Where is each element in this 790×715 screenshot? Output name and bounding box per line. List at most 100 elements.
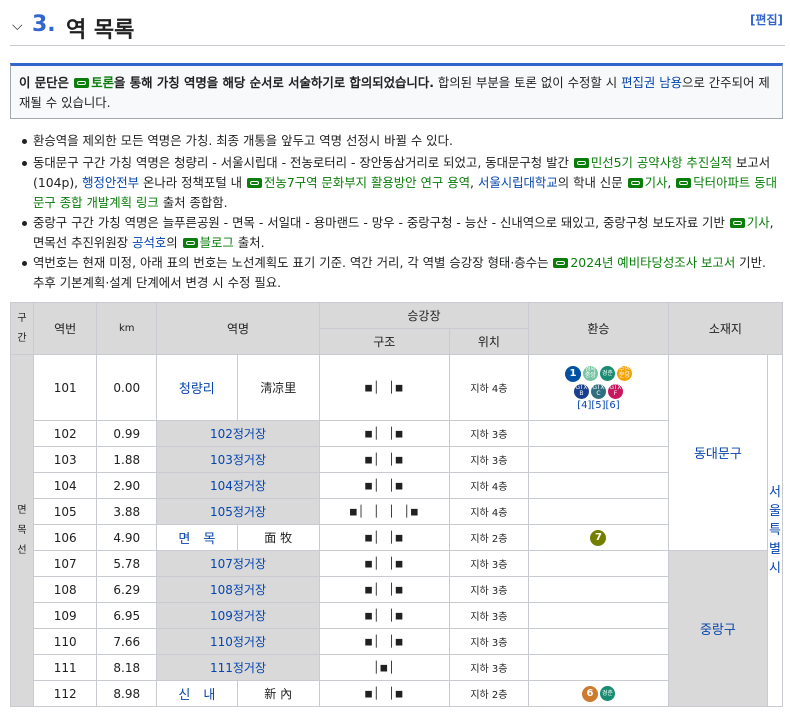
transfer-cell <box>528 498 669 525</box>
transfer-cell <box>528 576 669 603</box>
district-link[interactable]: 동대문구 <box>694 447 742 462</box>
station-km: 0.99 <box>96 420 158 447</box>
table-row: 105 3.88 105정거장 ■│ │ │ │■ 지하 4층 <box>11 498 783 525</box>
station-km: 6.29 <box>96 576 158 603</box>
transfer-cell: 6 경춘 <box>528 680 669 707</box>
city-cell: 서 울 특 별 시 <box>766 354 784 707</box>
header-position: 위치 <box>448 328 530 355</box>
district-link[interactable]: 중랑구 <box>700 623 736 638</box>
station-num: 102 <box>32 420 98 447</box>
bullet-text: 환승역을 제외한 모든 역명은 가칭. 최종 개통을 앞두고 역명 선정시 바뀔… <box>33 133 453 148</box>
bullet-text: 온나라 정책포털 내 <box>139 175 247 190</box>
link-icon <box>573 158 589 168</box>
station-table: 구 간 역번 km 역명 승강장 환승 소재지 구조 위치 면 목 선 101 … <box>10 302 784 707</box>
station-hanja: 面 牧 <box>236 524 320 551</box>
platform-position: 지하 3층 <box>448 446 530 473</box>
gyeongchun-line-icon[interactable]: 경춘 <box>599 366 615 381</box>
platform-structure: ■│ │■ <box>318 680 450 707</box>
bullet-text: , <box>667 175 676 190</box>
table-row: 106 4.90 면 목 面 牧 ■│ │■ 지하 2층 7 <box>11 524 783 551</box>
platform-structure: ■│ │■ <box>318 524 450 551</box>
district-cell: 동대문구 <box>667 354 768 551</box>
blog-link[interactable]: 블로그 <box>200 235 234 250</box>
edit-link[interactable]: [편집] <box>750 11 783 28</box>
table-row: 102 0.99 102정거장 ■│ │■ 지하 3층 <box>11 420 783 447</box>
notice-bold-2: 을 통해 가칭 역명을 해당 순서로 서술하기로 합의되었습니다. <box>114 75 434 90</box>
station-name-link[interactable]: 105정거장 <box>210 505 266 519</box>
transfer-cell <box>528 550 669 577</box>
platform-position: 지하 2층 <box>448 680 530 707</box>
gtx-c-icon[interactable]: GTX C <box>590 384 606 399</box>
table-row: 110 7.66 110정거장 ■│ │■ 지하 3층 <box>11 628 783 655</box>
station-name-link[interactable]: 104정거장 <box>210 479 266 493</box>
station-num: 111 <box>32 654 98 681</box>
gyeongchun-line-icon[interactable]: 경춘 <box>599 686 615 701</box>
person-link[interactable]: 공석호 <box>132 235 166 250</box>
article-link[interactable]: 기사 <box>645 175 668 190</box>
station-name-link[interactable]: 103정거장 <box>210 453 266 467</box>
gtx-f-icon[interactable]: GTX F <box>607 384 623 399</box>
line7-icon[interactable]: 7 <box>590 529 607 546</box>
station-name-link[interactable]: 110정거장 <box>210 635 266 649</box>
station-km: 4.90 <box>96 524 158 551</box>
chevron-down-icon[interactable]: ⌵ <box>12 18 23 34</box>
platform-position: 지하 4층 <box>448 472 530 499</box>
gtx-b-icon[interactable]: GTX B <box>573 384 589 399</box>
platform-position: 지하 2층 <box>448 524 530 551</box>
gyeongui-line-icon[interactable]: 경의 중앙 <box>582 366 598 381</box>
discussion-link[interactable]: 토론 <box>91 75 114 90</box>
feasibility-report-link[interactable]: 2024년 예비타당성조사 보고서 <box>570 255 735 270</box>
table-row: 109 6.95 109정거장 ■│ │■ 지하 3층 <box>11 602 783 629</box>
header-name: 역명 <box>156 302 320 355</box>
table-row: 104 2.90 104정거장 ■│ │■ 지하 4층 <box>11 472 783 499</box>
station-num: 103 <box>32 446 98 473</box>
platform-position: 지하 3층 <box>448 550 530 577</box>
station-name-link[interactable]: 신 내 <box>178 688 215 703</box>
jeonnong-study-link[interactable]: 전농7구역 문화부지 활용방안 연구 용역 <box>264 175 470 190</box>
station-name-link[interactable]: 102정거장 <box>210 427 266 441</box>
table-row: 107 5.78 107정거장 ■│ │■ 지하 3층 중랑구 <box>11 550 783 707</box>
platform-structure: │■│ <box>318 654 450 681</box>
line1-icon[interactable]: 1 <box>564 365 581 382</box>
mois-link[interactable]: 행정안전부 <box>82 175 139 190</box>
table-row: 112 8.98 신 내 新 內 ■│ │■ 지하 2층 6 경춘 <box>11 680 783 707</box>
header-section: 구 간 <box>10 302 34 355</box>
promise-report-link[interactable]: 민선5기 공약사항 추진실적 <box>591 155 732 170</box>
line6-icon[interactable]: 6 <box>581 685 598 702</box>
station-name-link[interactable]: 면 목 <box>178 532 215 547</box>
bullet-text: 의 <box>166 235 182 250</box>
article-link[interactable]: 기사 <box>747 215 770 230</box>
station-num: 109 <box>32 602 98 629</box>
link-icon <box>676 178 692 188</box>
platform-position: 지하 3층 <box>448 420 530 447</box>
city-link[interactable]: 서 울 특 별 시 <box>768 483 782 578</box>
notice-bold-1: 이 문단은 <box>19 75 74 90</box>
station-name-link[interactable]: 107정거장 <box>210 557 266 571</box>
bullet-text: 동대문구 구간 가칭 역명은 청량리 - 서울시립대 - 전농로터리 - 장안동… <box>33 155 573 170</box>
station-km: 1.88 <box>96 446 158 473</box>
reference-links[interactable]: [4][5][6] <box>529 400 668 411</box>
station-hanja: 新 內 <box>236 680 320 707</box>
table-row: 103 1.88 103정거장 ■│ │■ 지하 3층 <box>11 446 783 473</box>
edit-abuse-link[interactable]: 편집권 남용 <box>621 75 682 90</box>
station-name-link[interactable]: 108정거장 <box>210 583 266 597</box>
station-name-link[interactable]: 청량리 <box>179 382 215 397</box>
header-platform: 승강장 <box>318 302 530 329</box>
list-item: 중랑구 구간 가칭 역명은 늘푸른공원 - 면목 - 서일대 - 용마랜드 - … <box>22 213 778 253</box>
station-name-link[interactable]: 111정거장 <box>210 661 266 675</box>
station-num: 112 <box>32 680 98 707</box>
transfer-cell <box>528 446 669 473</box>
platform-structure: ■│ │■ <box>318 628 450 655</box>
link-icon <box>74 78 90 88</box>
station-name-link[interactable]: 109정거장 <box>210 609 266 623</box>
bullet-text: 역번호는 현재 미정, 아래 표의 번호는 노선계획도 표기 기준. 역간 거리… <box>33 255 553 270</box>
bullet-text: 중랑구 구간 가칭 역명은 늘푸른공원 - 면목 - 서일대 - 용마랜드 - … <box>33 215 729 230</box>
station-num: 104 <box>32 472 98 499</box>
station-num: 110 <box>32 628 98 655</box>
platform-structure: ■│ │■ <box>318 420 450 447</box>
suin-bundang-line-icon[interactable]: 수인 분당 <box>616 366 632 381</box>
platform-position: 지하 3층 <box>448 576 530 603</box>
link-icon <box>553 258 569 268</box>
uos-link[interactable]: 서울시립대학교 <box>478 175 558 190</box>
station-km: 3.88 <box>96 498 158 525</box>
